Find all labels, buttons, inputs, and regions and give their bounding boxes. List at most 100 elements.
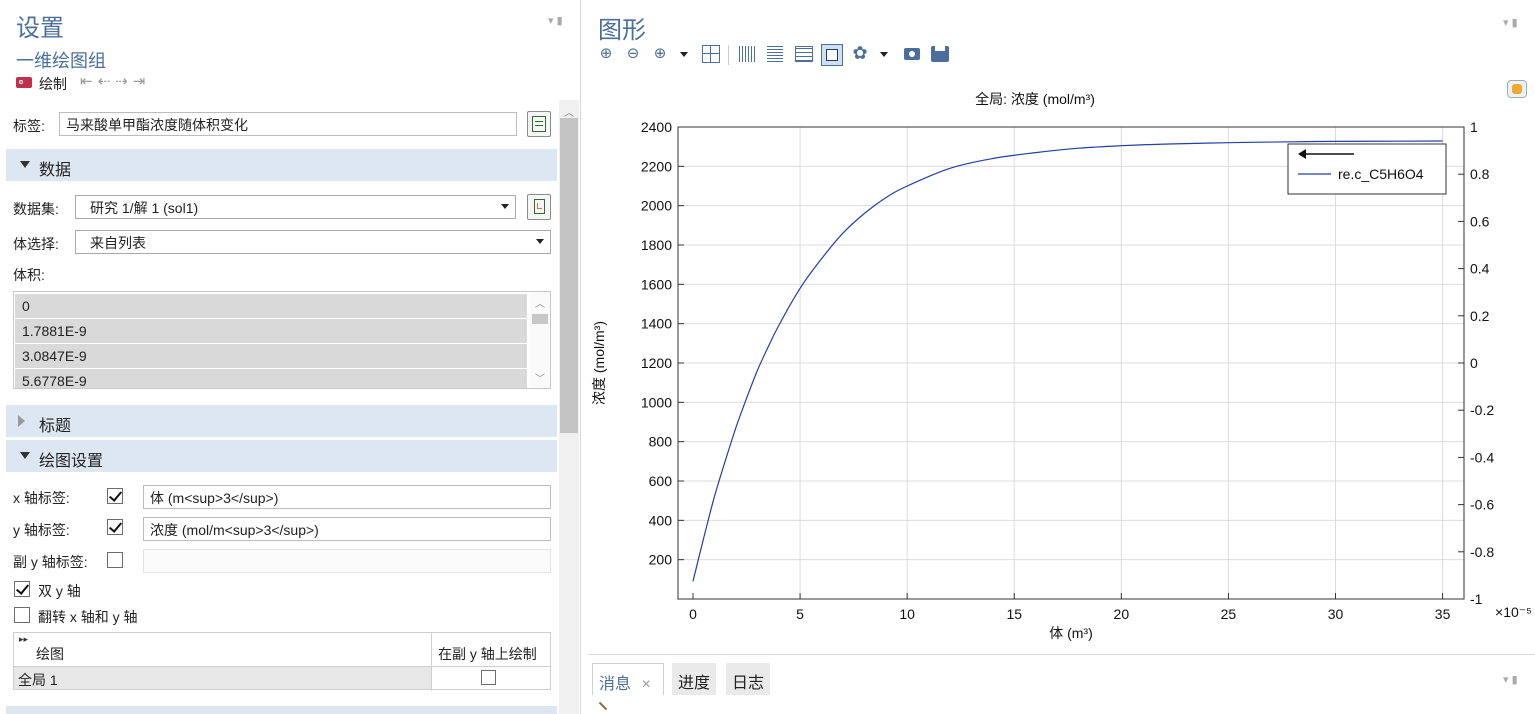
edit-label-icon[interactable]	[527, 111, 551, 137]
zoom-extents-icon[interactable]	[702, 45, 720, 63]
volume-select[interactable]: 来自列表	[75, 230, 551, 254]
snapshot-icon[interactable]	[904, 48, 920, 60]
chart-title: 全局: 浓度 (mol/m³)	[975, 91, 1095, 107]
graphics-title: 图形	[598, 17, 646, 44]
dataset-value: 研究 1/解 1 (sol1)	[90, 200, 199, 216]
scroll-up-icon[interactable]: ︿	[564, 104, 574, 119]
settings-panel: 设置 ▾ ▮ 一维绘图组 绘制 ⇤⇠⇢⇥ ︿ 标签: 马来酸单甲酯浓度随体积变化…	[0, 0, 581, 714]
camera-rotate-icon[interactable]: ✿	[851, 44, 869, 62]
panel-menu-icon[interactable]: ▾ ▮	[1503, 16, 1518, 29]
y-tick-label: 1800	[641, 237, 672, 253]
plot-button[interactable]: 绘制	[39, 74, 67, 94]
tab-progress[interactable]: 进度	[672, 663, 717, 695]
collapsed-icon	[18, 415, 25, 427]
settings-toolbar: 绘制 ⇤⇠⇢⇥	[16, 72, 216, 94]
volume-caption: 体积:	[13, 267, 45, 283]
y2-tick-label: -0.4	[1470, 449, 1494, 465]
chevron-down-icon[interactable]	[680, 52, 688, 57]
grid-lines	[678, 127, 1464, 599]
tab-log[interactable]: 日志	[726, 663, 771, 695]
print-icon[interactable]	[931, 46, 949, 62]
list-item[interactable]: 0	[15, 294, 527, 318]
chevron-down-icon[interactable]	[880, 52, 888, 57]
y2-tick-label: 0.2	[1470, 308, 1490, 324]
section-title-label: 标题	[39, 418, 72, 435]
section-data-header[interactable]: 数据	[6, 149, 557, 181]
y-tick-label: 2400	[641, 119, 672, 135]
series-line	[692, 140, 1443, 582]
scroll-down-icon[interactable]: ﹀	[535, 370, 545, 385]
close-icon[interactable]: ×	[641, 676, 650, 693]
legend-entry: re.c_C5H6O4	[1338, 166, 1424, 182]
y2-tick-label: -0.8	[1470, 544, 1494, 560]
table-row-name: 全局 1	[18, 672, 58, 688]
zoom-box-icon[interactable]: ⊕	[652, 45, 668, 63]
broom-icon[interactable]	[598, 701, 608, 711]
x-axis-label-caption: x 轴标签:	[13, 490, 70, 506]
settings-scrollbar[interactable]: ︿	[559, 100, 579, 714]
y-tick-label: 2200	[641, 158, 672, 174]
x-axis-label-checkbox[interactable]	[107, 488, 123, 504]
list-scrollbar[interactable]: ︿ ﹀	[530, 292, 550, 388]
panel-menu-icon[interactable]: ▾ ▮	[1503, 673, 1518, 686]
plot-table: ▸▸ 绘图 在副 y 轴上绘制 全局 1	[13, 632, 551, 691]
secondary-y-axis-label-input[interactable]	[143, 549, 551, 573]
x-tick-label: 35	[1435, 606, 1451, 622]
x-tick-label: 15	[1006, 606, 1022, 622]
x-tick-label: 20	[1114, 606, 1130, 622]
y2-tick-label: 1	[1470, 119, 1478, 135]
volume-list[interactable]: 0 1.7881E-9 3.0847E-9 5.6778E-9 ︿ ﹀	[13, 291, 551, 389]
tab-messages[interactable]: 消息 ×	[592, 663, 664, 695]
y2-tick-label: -0.6	[1470, 497, 1494, 513]
double-chevron-icon[interactable]: ▸▸	[19, 634, 28, 645]
section-plot-settings-header[interactable]: 绘图设置	[6, 440, 557, 472]
y2-tick-label: 0	[1470, 355, 1478, 371]
table-icon[interactable]	[795, 46, 813, 62]
secondary-y-axis-label-checkbox[interactable]	[107, 552, 123, 568]
settings-subtitle: 一维绘图组	[16, 51, 106, 71]
chevron-down-icon	[536, 239, 544, 244]
x-tick-label: 5	[796, 606, 804, 622]
y-axis-label-caption: y 轴标签:	[13, 522, 70, 538]
legend-toggle-icon[interactable]	[821, 44, 843, 66]
zoom-out-icon[interactable]: ⊖	[625, 45, 641, 63]
zoom-in-icon[interactable]: ⊕	[598, 45, 614, 63]
x-scale-note: ×10⁻⁵	[1495, 604, 1532, 620]
plot-icon[interactable]	[16, 77, 32, 88]
section-data-label: 数据	[39, 162, 72, 179]
chart[interactable]: 2004006008001000120014001600180020002200…	[588, 80, 1535, 650]
dataset-select[interactable]: 研究 1/解 1 (sol1)	[75, 195, 516, 219]
list-item[interactable]: 5.6778E-9	[15, 369, 527, 388]
y-axis-label-checkbox[interactable]	[107, 519, 123, 535]
section-title-header[interactable]: 标题	[6, 405, 557, 437]
y-axis-label: 浓度 (mol/m³)	[591, 321, 607, 405]
lines-icon[interactable]	[767, 46, 783, 62]
dataset-link-icon[interactable]	[527, 194, 551, 220]
table-header-plot: 绘图	[36, 646, 64, 662]
messages-panel: 消息 × 进度 日志 ▾ ▮	[588, 654, 1535, 714]
x-axis-label: 体 (m³)	[1049, 625, 1093, 641]
flip-axes-checkbox[interactable]	[14, 607, 30, 623]
label-input[interactable]: 马来酸单甲酯浓度随体积变化	[59, 112, 517, 136]
table-row[interactable]: 全局 1	[14, 667, 431, 689]
navigation-arrows-icon[interactable]: ⇤⇠⇢⇥	[80, 72, 150, 90]
scroll-up-icon[interactable]: ︿	[535, 295, 545, 310]
scrollbar-thumb[interactable]	[560, 118, 578, 433]
y-axis-label-input[interactable]: 浓度 (mol/m<sup>3</sup>)	[143, 517, 551, 541]
table-header-secondary: 在副 y 轴上绘制	[438, 646, 537, 662]
x-tick-label: 30	[1328, 606, 1344, 622]
y2-tick-label: 0.8	[1470, 166, 1490, 182]
section-next-header[interactable]	[6, 706, 557, 714]
list-scrollbar-thumb[interactable]	[532, 314, 548, 324]
y-tick-label: 1400	[641, 316, 672, 332]
flip-axes-label: 翻转 x 轴和 y 轴	[38, 609, 138, 625]
dual-y-label: 双 y 轴	[38, 583, 81, 599]
list-item[interactable]: 3.0847E-9	[15, 344, 527, 368]
panel-menu-icon[interactable]: ▾ ▮	[548, 14, 563, 27]
dual-y-checkbox[interactable]	[14, 581, 30, 597]
legend[interactable]: re.c_C5H6O4	[1287, 143, 1447, 195]
secondary-axis-checkbox[interactable]	[481, 670, 496, 685]
grid-icon[interactable]	[739, 46, 755, 62]
x-axis-label-input[interactable]: 体 (m<sup>3</sup>)	[143, 485, 551, 509]
list-item[interactable]: 1.7881E-9	[15, 319, 527, 343]
